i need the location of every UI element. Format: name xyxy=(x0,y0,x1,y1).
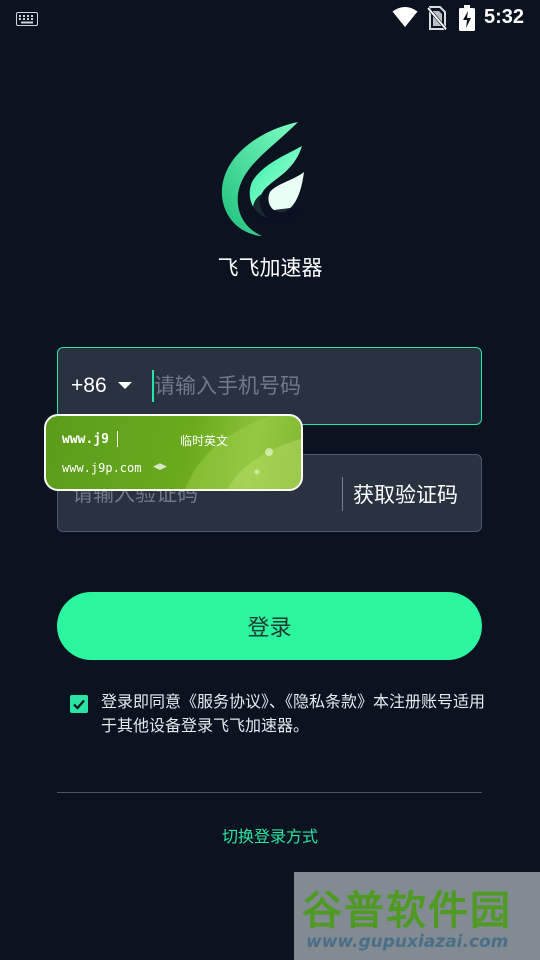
dropdown-caret-icon[interactable] xyxy=(118,382,132,389)
ime-cursor xyxy=(117,431,118,447)
field-divider xyxy=(342,477,343,511)
leaf-background-icon xyxy=(185,416,301,489)
divider xyxy=(57,792,482,793)
ime-candidate[interactable]: www.j9p.com xyxy=(62,461,141,475)
status-bar: 5:32 xyxy=(0,0,540,36)
country-code-selector[interactable]: +86 xyxy=(71,374,107,398)
ime-mode-label[interactable]: 临时英文 xyxy=(180,432,228,449)
keyboard-icon xyxy=(16,12,38,26)
phone-input[interactable] xyxy=(154,366,464,406)
no-sim-icon xyxy=(427,6,447,30)
login-button[interactable]: 登录 xyxy=(57,592,482,660)
watermark-title: 谷普软件园 xyxy=(302,888,512,934)
status-time: 5:32 xyxy=(484,6,525,28)
battery-charging-icon xyxy=(459,5,475,31)
wifi-icon xyxy=(392,7,418,27)
app-name: 飞飞加速器 xyxy=(217,256,323,280)
watermark-url: www.gupuxiazai.com xyxy=(306,932,509,952)
ime-page-arrows-icon[interactable]: ◀▶ xyxy=(153,462,167,472)
get-code-button[interactable]: 获取验证码 xyxy=(353,479,458,509)
agree-checkbox[interactable] xyxy=(70,695,88,713)
ime-typed-text: www.j9 xyxy=(62,432,109,447)
switch-login-method-link[interactable]: 切换登录方式 xyxy=(0,823,540,847)
watermark: 谷普软件园 www.gupuxiazai.com xyxy=(294,872,540,960)
feifei-logo-icon xyxy=(221,122,306,236)
agreement-text[interactable]: 登录即同意《服务协议》、《隐私条款》本注册账号适用于其他设备登录飞飞加速器。 xyxy=(101,690,486,738)
ime-suggestion-popup[interactable]: www.j9 临时英文 www.j9p.com ◀▶ xyxy=(44,414,303,491)
